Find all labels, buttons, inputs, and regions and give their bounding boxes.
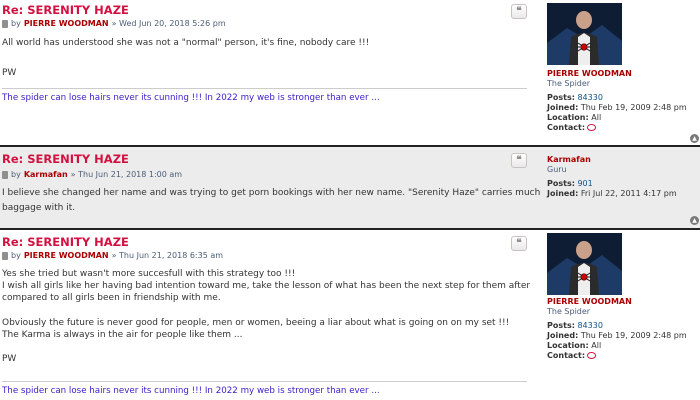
post-title[interactable]: Re: SERENITY HAZE (2, 235, 129, 249)
post-3: Re: SERENITY HAZE ❝ by PIERRE WOODMAN » … (0, 230, 700, 400)
avatar[interactable] (547, 3, 622, 65)
post-title[interactable]: Re: SERENITY HAZE (2, 152, 129, 166)
signature: The spider can lose hairs never its cunn… (2, 386, 380, 396)
profile-rank: The Spider (547, 307, 591, 316)
post-content: Yes she tried but wasn't more succesfull… (2, 268, 531, 365)
quote-button[interactable]: ❝ (511, 236, 527, 251)
profile-rank: Guru (547, 165, 567, 174)
content-line: I wish all girls like her having bad int… (2, 281, 531, 292)
contact-label: Contact: (547, 351, 586, 360)
content-line: The Karma is always in the air for peopl… (2, 329, 243, 340)
quote-icon: ❝ (516, 155, 522, 166)
quote-icon: ❝ (516, 238, 522, 249)
back-to-top-icon[interactable]: ▲ (690, 134, 699, 143)
profile-location: Location: All (547, 341, 601, 352)
content-line: PW (2, 68, 17, 78)
signature: The spider can lose hairs never its cunn… (2, 93, 380, 103)
posts-label: Posts: (547, 93, 575, 102)
content-line: PW (2, 354, 17, 365)
post-2: Re: SERENITY HAZE ❝ by Karmafan » Thu Ju… (0, 145, 700, 230)
post-title[interactable]: Re: SERENITY HAZE (2, 3, 129, 17)
author-link[interactable]: Karmafan (24, 170, 68, 179)
post-author-line: by PIERRE WOODMAN » Wed Jun 20, 2018 5:2… (2, 19, 226, 28)
avatar[interactable] (547, 233, 622, 295)
posts-count-link[interactable]: 84330 (577, 321, 602, 330)
joined-value: Thu Feb 19, 2009 2:48 pm (580, 103, 687, 112)
quote-icon: ❝ (516, 6, 522, 17)
by-label: by (11, 19, 21, 28)
contact-icon[interactable] (587, 124, 597, 131)
back-to-top-icon[interactable]: ▲ (690, 216, 699, 225)
author-link[interactable]: PIERRE WOODMAN (24, 19, 109, 28)
joined-label: Joined: (547, 103, 579, 112)
post-icon[interactable] (2, 251, 8, 260)
profile-location: Location: All (547, 113, 601, 124)
joined-label: Joined: (547, 189, 579, 198)
profile-contact: Contact: (547, 351, 597, 362)
content-line: Obviously the future is never good for p… (2, 317, 510, 328)
post-author-line: by Karmafan » Thu Jun 21, 2018 1:00 am (2, 170, 182, 179)
profile-posts: Posts: 901 (547, 179, 593, 190)
joined-label: Joined: (547, 331, 579, 340)
location-value: All (591, 341, 602, 350)
profile-joined: Joined: Thu Feb 19, 2009 2:48 pm (547, 331, 687, 342)
author-link[interactable]: PIERRE WOODMAN (24, 251, 109, 260)
location-label: Location: (547, 341, 589, 350)
post-content: All world has understood she was not a "… (2, 37, 527, 79)
contact-icon[interactable] (587, 352, 597, 359)
by-label: by (11, 251, 21, 260)
post-1: Re: SERENITY HAZE ❝ by PIERRE WOODMAN » … (0, 0, 700, 145)
post-icon[interactable] (2, 170, 8, 179)
signature-divider (2, 88, 527, 89)
joined-value: Thu Feb 19, 2009 2:48 pm (580, 331, 687, 340)
posts-label: Posts: (547, 321, 575, 330)
post-date: » Thu Jun 21, 2018 6:35 am (111, 251, 224, 260)
profile-username[interactable]: Karmafan (547, 155, 591, 166)
content-line: Yes she tried but wasn't more succesfull… (2, 269, 296, 279)
profile-joined: Joined: Thu Feb 19, 2009 2:48 pm (547, 103, 687, 114)
contact-label: Contact: (547, 123, 586, 132)
content-line: All world has understood she was not a "… (2, 38, 370, 48)
quote-button[interactable]: ❝ (511, 153, 527, 168)
by-label: by (11, 170, 21, 179)
post-date: » Wed Jun 20, 2018 5:26 pm (111, 19, 226, 28)
post-content: I believe she changed her name and was t… (2, 187, 541, 214)
signature-divider (2, 381, 527, 382)
content-line: compared to all girls been in friendship… (2, 293, 221, 304)
posts-count-link[interactable]: 84330 (577, 93, 602, 102)
content-line: I believe she changed her name and was t… (2, 188, 541, 198)
content-line: baggage with it. (2, 203, 76, 213)
profile-rank: The Spider (547, 79, 591, 88)
profile-posts: Posts: 84330 (547, 93, 603, 104)
post-icon[interactable] (2, 19, 8, 28)
profile-username[interactable]: PIERRE WOODMAN (547, 297, 632, 308)
post-date: » Thu Jun 21, 2018 1:00 am (70, 170, 183, 179)
profile-contact: Contact: (547, 123, 597, 134)
post-author-line: by PIERRE WOODMAN » Thu Jun 21, 2018 6:3… (2, 251, 223, 260)
profile-posts: Posts: 84330 (547, 321, 603, 332)
joined-value: Fri Jul 22, 2011 4:17 pm (580, 189, 677, 198)
profile-joined: Joined: Fri Jul 22, 2011 4:17 pm (547, 189, 677, 200)
profile-username[interactable]: PIERRE WOODMAN (547, 69, 632, 80)
posts-label: Posts: (547, 179, 575, 188)
quote-button[interactable]: ❝ (511, 4, 527, 19)
location-label: Location: (547, 113, 589, 122)
posts-count-link[interactable]: 901 (577, 179, 592, 188)
location-value: All (591, 113, 602, 122)
